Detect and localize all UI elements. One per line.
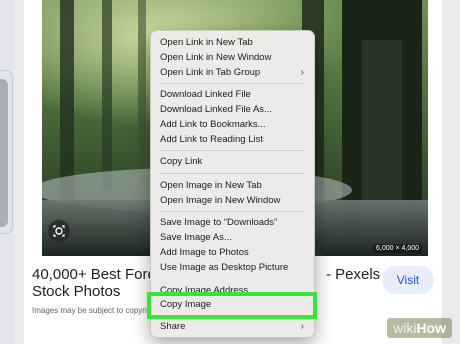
menu-separator [160, 173, 305, 174]
menu-open-link-new-tab[interactable]: Open Link in New Tab [160, 36, 304, 50]
menu-open-image-new-tab[interactable]: Open Image in New Tab [160, 179, 304, 193]
copy-image-highlighted-item[interactable]: Copy Image [147, 292, 317, 319]
chevron-right-icon: › [300, 67, 304, 78]
menu-separator [160, 83, 305, 84]
menu-save-image-downloads[interactable]: Save Image to “Downloads” [160, 216, 304, 230]
visual-search-icon[interactable] [48, 220, 70, 242]
result-title-line2: Stock Photos [32, 283, 121, 300]
menu-share-label: Share [160, 321, 186, 332]
menu-copy-image: Copy Image [160, 299, 212, 310]
menu-share[interactable]: Share › [160, 320, 304, 334]
visit-button[interactable]: Visit [382, 266, 434, 294]
menu-download-linked-file-as[interactable]: Download Linked File As... [160, 103, 304, 117]
menu-separator [160, 211, 305, 212]
menu-save-image-as[interactable]: Save Image As... [160, 231, 304, 245]
result-title-source: - Pexels [326, 266, 381, 283]
side-panel-tab[interactable] [0, 70, 13, 234]
wikihow-watermark: wikiHow [387, 318, 452, 338]
menu-add-image-photos[interactable]: Add Image to Photos [160, 246, 304, 260]
menu-open-link-tab-group-label: Open Link in Tab Group [160, 67, 261, 78]
image-dimensions: 6,000 × 4,000 [372, 244, 422, 253]
result-title-line1: 40,000+ Best Forest [32, 266, 168, 283]
menu-download-linked-file[interactable]: Download Linked File [160, 88, 304, 102]
menu-use-image-desktop[interactable]: Use Image as Desktop Picture [160, 261, 304, 275]
menu-separator [160, 150, 305, 151]
menu-add-link-reading-list[interactable]: Add Link to Reading List [160, 133, 304, 147]
menu-add-link-bookmarks[interactable]: Add Link to Bookmarks... [160, 118, 304, 132]
chevron-right-icon: › [300, 321, 304, 332]
menu-open-link-tab-group[interactable]: Open Link in Tab Group › [160, 66, 304, 80]
menu-copy-link[interactable]: Copy Link [160, 155, 304, 169]
copyright-notice: Images may be subject to copyri [32, 306, 147, 315]
menu-open-image-new-window[interactable]: Open Image in New Window [160, 194, 304, 208]
menu-open-link-new-window[interactable]: Open Link in New Window [160, 51, 304, 65]
